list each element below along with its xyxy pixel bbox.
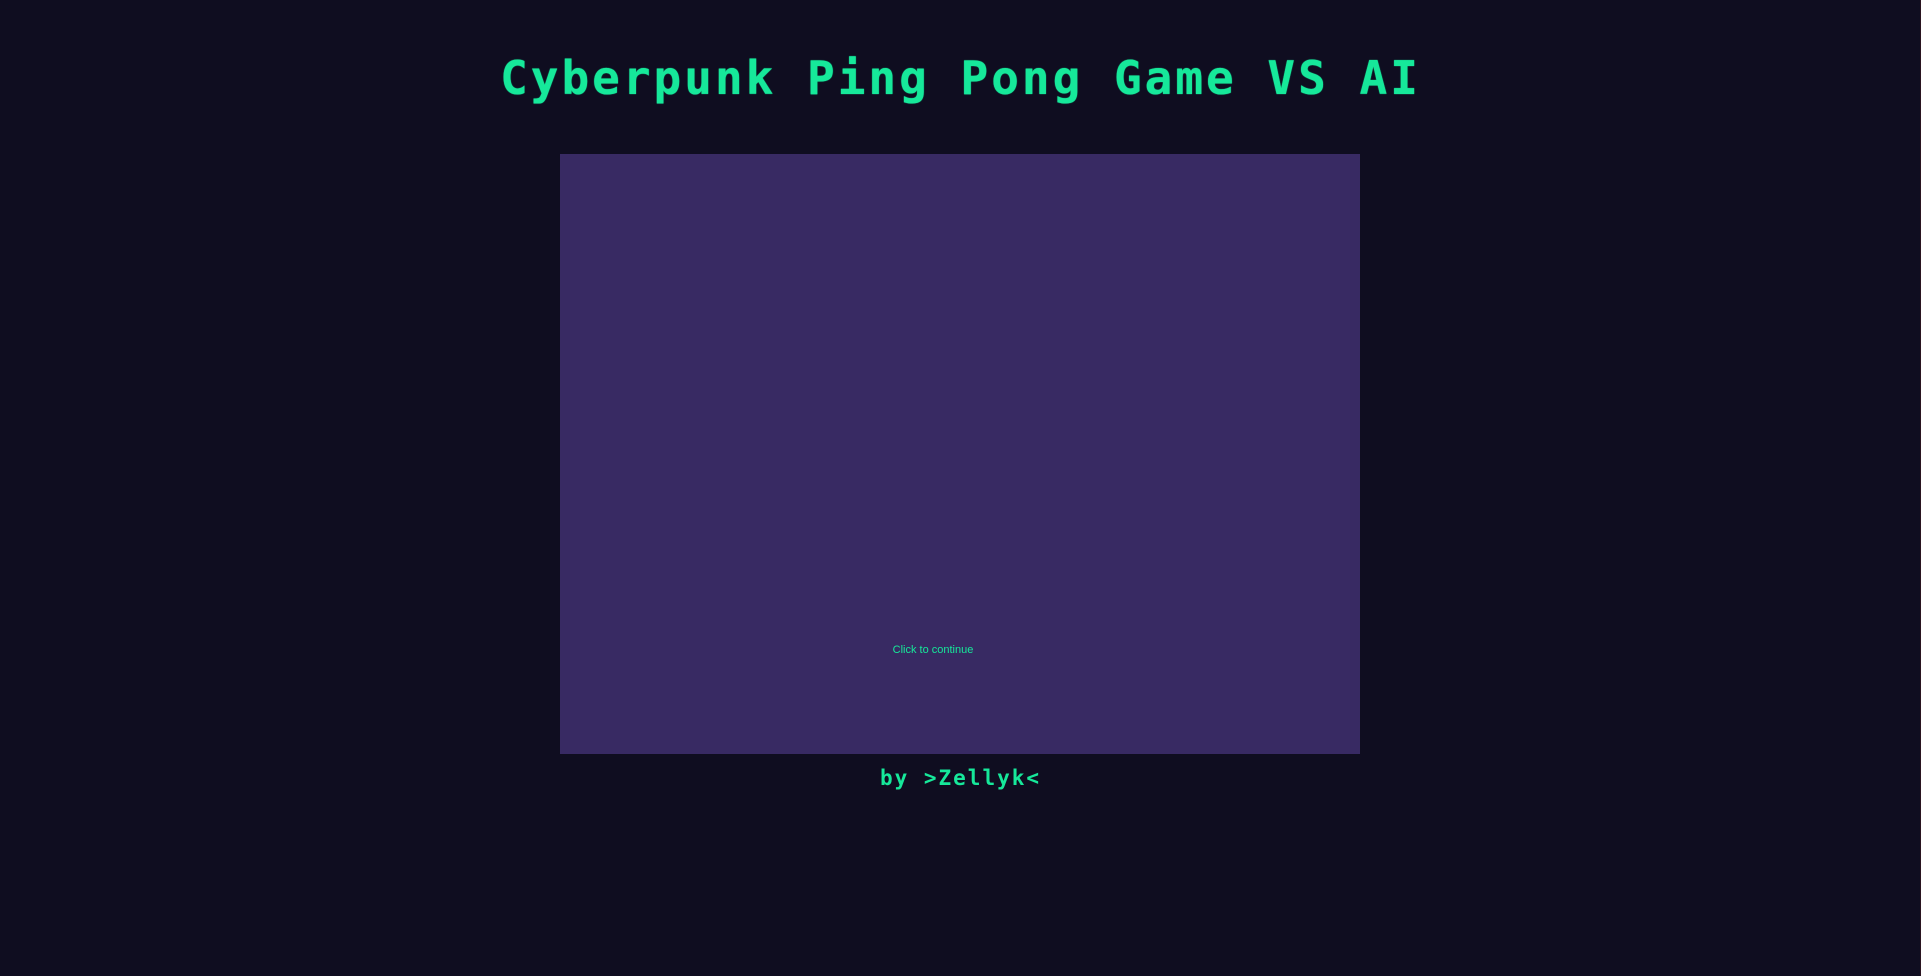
game-canvas[interactable]: Click to continue [560,154,1360,754]
author-credit: by >Zellyk< [879,766,1042,790]
click-to-continue-prompt: Click to continue [892,644,974,656]
page-title: Cyberpunk Ping Pong Game VS AI [500,51,1421,105]
